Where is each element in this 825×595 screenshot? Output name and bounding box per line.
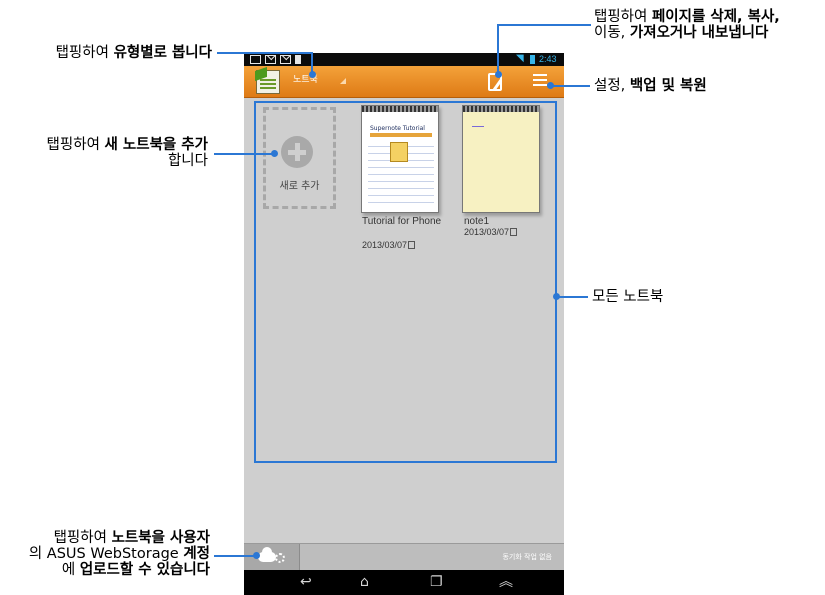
leader-dot: [309, 71, 316, 78]
callout-bold: 유형별로 봅니다: [113, 45, 212, 61]
leader-line: [497, 24, 499, 74]
android-nav-bar: ↩ ⌂ ❐ ︽: [244, 570, 564, 595]
bottom-panel: 동기화 작업 없음: [244, 543, 564, 571]
leader-line: [550, 85, 590, 87]
leader-line: [214, 153, 274, 155]
status-time: 2:43: [539, 54, 557, 64]
recent-apps-icon[interactable]: ❐: [430, 574, 443, 590]
battery-icon: [530, 55, 535, 64]
leader-line: [214, 555, 256, 557]
overflow-menu-icon[interactable]: [533, 74, 547, 88]
callout-upload: 탭핑하여 노트북을 사용자 의 ASUS WebStorage 계정 에 업로드…: [4, 530, 210, 578]
callout-page-actions: 탭핑하여 페이지를 삭제, 복사, 이동, 가져오거나 내보냅니다: [594, 9, 780, 41]
menu-up-icon[interactable]: ︽: [499, 574, 513, 590]
callout-bold: 노트북을 사용자: [111, 530, 210, 546]
callout-text: 탭핑하여: [594, 9, 652, 25]
leader-line: [556, 296, 588, 298]
leader-dot: [271, 150, 278, 157]
callout-type-view: 탭핑하여 유형별로 봅니다: [8, 45, 212, 61]
callout-text: 에: [61, 562, 80, 578]
cloud-icon: [258, 547, 276, 562]
callout-text: 의 ASUS WebStorage: [28, 546, 184, 562]
gear-icon: [275, 553, 285, 563]
callout-bold: 업로드할 수 있습니다: [79, 562, 210, 578]
leader-dot: [553, 293, 560, 300]
callout-text: 탭핑하여: [46, 137, 105, 153]
callout-all-notebooks: 모든 노트북: [592, 289, 663, 305]
callout-bold: 새 노트북을 추가: [104, 137, 208, 153]
callout-new-notebook: 탭핑하여 새 노트북을 추가 합니다: [8, 137, 208, 169]
status-bar: ◥ 2:43: [244, 53, 564, 66]
leader-dot: [495, 71, 502, 78]
sync-status: 동기화 작업 없음: [502, 553, 552, 561]
back-icon[interactable]: ↩: [300, 574, 312, 590]
callout-settings: 설정, 백업 및 복원: [594, 78, 707, 94]
gallery-notification-icon: [250, 55, 261, 64]
sd-card-icon: [295, 55, 301, 64]
mail-notification-icon: [265, 55, 276, 64]
callout-text: 이동,: [594, 25, 630, 41]
webstorage-upload-button[interactable]: [244, 544, 300, 571]
callout-text: 모든 노트북: [592, 289, 664, 305]
gmail-notification-icon: [280, 55, 291, 64]
leader-line: [217, 52, 313, 54]
callout-text: 탭핑하여: [53, 530, 112, 546]
callout-bold: 가져오거나 내보냅니다: [629, 25, 769, 41]
callout-bold: 백업 및 복원: [629, 78, 707, 94]
supernote-logo-icon[interactable]: [256, 70, 280, 94]
leader-dot: [547, 82, 554, 89]
leader-dot: [253, 552, 260, 559]
home-icon[interactable]: ⌂: [360, 574, 369, 590]
callout-bold: 계정: [183, 546, 210, 562]
callout-bold: 페이지를 삭제, 복사,: [651, 9, 780, 25]
action-bar: 노트북: [244, 66, 564, 98]
dropdown-caret-icon[interactable]: [340, 78, 346, 84]
leader-line: [497, 24, 591, 26]
all-notebooks-highlight: [254, 101, 557, 463]
callout-text: 합니다: [167, 153, 208, 169]
callout-text: 설정,: [594, 78, 630, 94]
callout-text: 탭핑하여: [55, 45, 114, 61]
wifi-icon: ◥: [516, 53, 524, 64]
